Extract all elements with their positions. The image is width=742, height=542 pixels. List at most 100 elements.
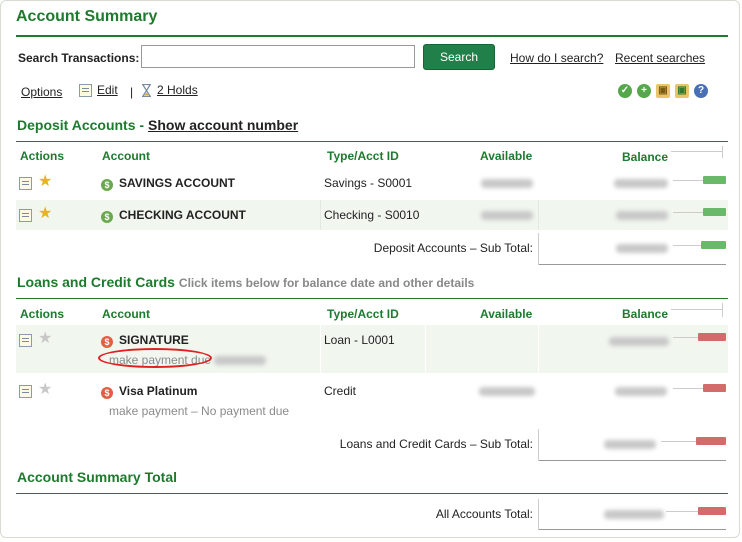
column-divider <box>320 325 321 373</box>
col-available: Available <box>480 307 533 321</box>
column-divider <box>538 325 539 373</box>
account-name[interactable]: $ SAVINGS ACCOUNT <box>101 176 235 191</box>
table-row[interactable]: ★ $ SIGNATURE make payment due Loan - L00… <box>16 325 728 373</box>
deposit-subtotal-label: Deposit Accounts – Sub Total: <box>373 241 533 255</box>
col-available: Available <box>480 149 533 163</box>
balance-bar <box>698 333 726 341</box>
available-amount <box>479 387 535 396</box>
balance-amount <box>614 179 668 188</box>
col-account: Account <box>102 149 150 163</box>
column-divider <box>425 325 426 373</box>
options-link[interactable]: Options <box>21 85 62 99</box>
subtotal-underline <box>538 460 726 461</box>
loans-title: Loans and Credit Cards <box>17 274 175 290</box>
loans-subtotal-label: Loans and Credit Cards – Sub Total: <box>339 437 533 451</box>
table-row[interactable]: ★ $ Visa Platinum make payment – No payme… <box>16 376 728 424</box>
balance-amount <box>615 387 667 396</box>
account-name[interactable]: $ CHECKING ACCOUNT <box>101 208 246 223</box>
deposit-subtotal-amount <box>616 244 668 253</box>
col-actions: Actions <box>20 307 65 321</box>
available-amount <box>481 179 533 188</box>
favorite-star-icon[interactable]: ★ <box>38 382 52 398</box>
account-type: Loan - L0001 <box>324 333 395 347</box>
holds-action[interactable]: 2 Holds <box>141 83 198 97</box>
summary-total-title: Account Summary Total <box>17 469 177 485</box>
all-accounts-total-label: All Accounts Total: <box>435 507 533 521</box>
due-date <box>214 356 267 365</box>
loans-divider <box>16 298 728 299</box>
col-account: Account <box>102 307 150 321</box>
balance-amount <box>609 337 669 346</box>
edit-icon[interactable] <box>19 334 32 347</box>
balance-bar <box>703 176 726 184</box>
add-icon[interactable]: + <box>637 84 651 98</box>
column-divider <box>320 200 321 230</box>
balance-scale-end <box>722 303 723 317</box>
page-title: Account Summary <box>16 8 158 25</box>
col-balance: Balance <box>622 307 669 321</box>
balance-amount <box>616 211 668 220</box>
search-help-link[interactable]: How do I search? <box>510 51 603 65</box>
edit-icon[interactable] <box>19 209 32 222</box>
balance-scale <box>671 309 723 310</box>
balance-bar <box>703 208 726 216</box>
edit-icon[interactable] <box>19 177 32 190</box>
edit-link[interactable]: Edit <box>97 83 118 97</box>
account-name[interactable]: $ Visa Platinum <box>101 384 197 399</box>
all-accounts-total-amount <box>604 510 664 519</box>
account-type: Checking - S0010 <box>324 208 420 222</box>
deposit-divider <box>16 141 728 142</box>
show-account-number-link[interactable]: Show account number <box>148 117 298 133</box>
make-payment-link[interactable]: make payment <box>109 404 188 418</box>
edit-icon[interactable] <box>19 385 32 398</box>
col-balance: Balance <box>622 150 669 164</box>
holds-link[interactable]: 2 Holds <box>157 83 198 97</box>
search-input[interactable] <box>141 45 415 68</box>
recent-searches-link[interactable]: Recent searches <box>615 51 705 65</box>
loans-subtotal-amount <box>604 440 656 449</box>
link-separator: | <box>130 85 134 99</box>
all-accounts-total-bar <box>698 507 726 515</box>
search-button[interactable]: Search <box>423 44 495 70</box>
dollar-icon: $ <box>101 211 113 223</box>
column-divider <box>538 233 539 265</box>
account-type: Savings - S0001 <box>324 176 413 190</box>
favorite-star-icon[interactable]: ★ <box>38 174 52 190</box>
available-amount <box>481 211 533 220</box>
column-divider <box>538 499 539 530</box>
subtotal-underline <box>538 264 726 265</box>
table-row[interactable]: ★ $ CHECKING ACCOUNT Checking - S0010 <box>16 200 728 230</box>
package-icon[interactable]: ▣ <box>656 84 670 98</box>
payment-note: – No payment due <box>191 404 290 418</box>
hourglass-icon <box>141 83 152 97</box>
edit-icon <box>79 83 92 97</box>
account-summary-panel: Account Summary Search Transactions: Sea… <box>0 0 740 538</box>
summary-divider <box>16 493 728 494</box>
highlight-oval <box>98 348 212 368</box>
edit-action[interactable]: Edit <box>79 83 118 97</box>
help-icon[interactable]: ? <box>694 84 708 98</box>
loans-hint: Click items below for balance date and o… <box>178 276 475 290</box>
package-add-icon[interactable]: ▣ <box>675 84 689 98</box>
loans-section-title: Loans and Credit Cards Click items below … <box>17 274 474 290</box>
balance-scale <box>671 151 723 152</box>
account-type: Credit <box>324 384 357 398</box>
table-row[interactable]: ★ $ SAVINGS ACCOUNT Savings - S0001 <box>16 168 728 198</box>
col-type: Type/Acct ID <box>327 149 399 163</box>
balance-scale-end <box>722 146 723 158</box>
account-name[interactable]: $ SIGNATURE <box>101 333 189 348</box>
toolbar-icons: ✓ + ▣ ▣ ? <box>618 84 708 98</box>
col-actions: Actions <box>20 149 65 163</box>
payment-info: make payment – No payment due <box>109 404 289 418</box>
deposit-section-title: Deposit Accounts - Show account number <box>17 117 298 133</box>
favorite-star-icon[interactable]: ★ <box>38 206 52 222</box>
dollar-icon: $ <box>101 336 113 348</box>
make-payment-link[interactable]: make payment <box>98 348 212 368</box>
balance-bar <box>703 384 726 392</box>
favorite-star-icon[interactable]: ★ <box>38 331 52 347</box>
total-underline <box>538 529 726 530</box>
check-icon[interactable]: ✓ <box>618 84 632 98</box>
dollar-icon: $ <box>101 179 113 191</box>
deposit-title: Deposit Accounts - <box>17 117 145 133</box>
deposit-subtotal-bar <box>701 241 726 249</box>
